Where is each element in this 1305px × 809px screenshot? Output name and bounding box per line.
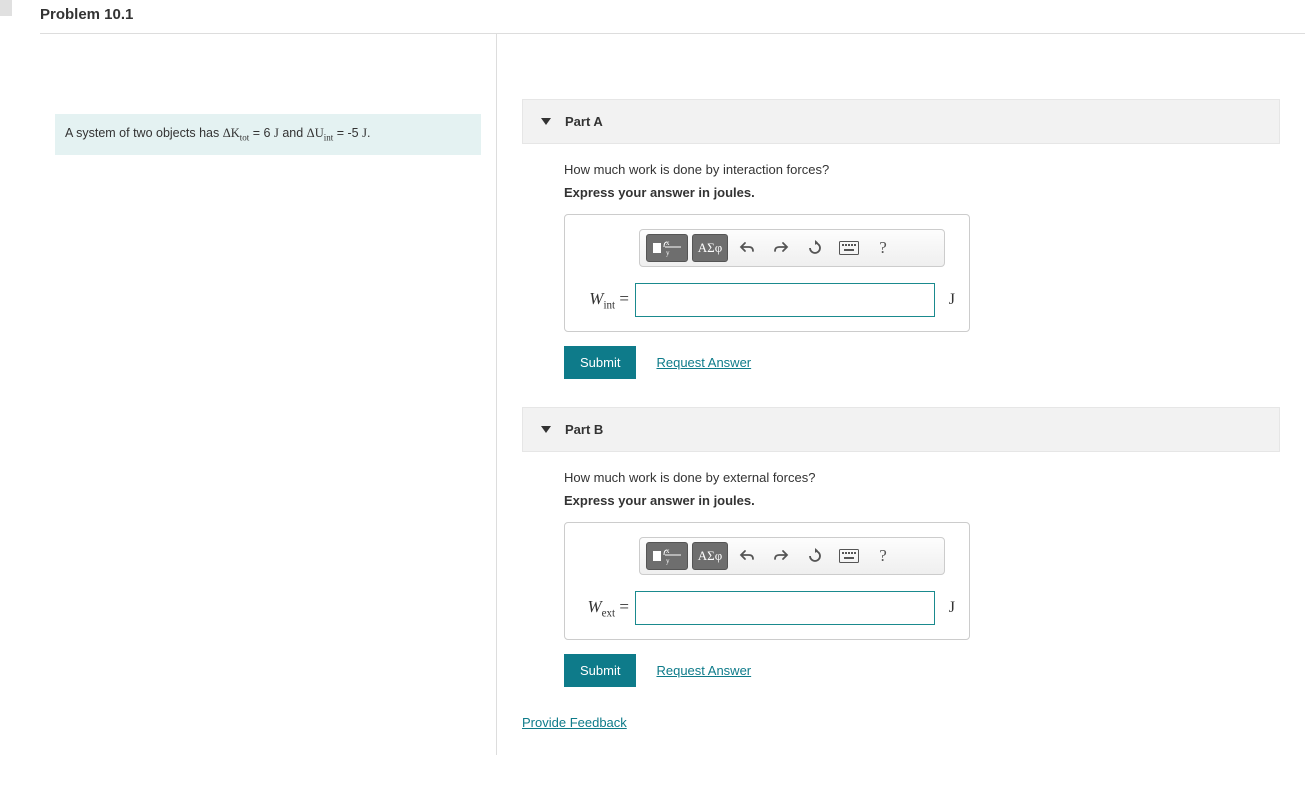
problem-title: Problem 10.1 [40,0,1305,33]
help-button[interactable]: ? [868,234,898,262]
part-a-body: How much work is done by interaction for… [522,162,1280,379]
part-b-variable: Wext = [579,597,629,619]
equation-toolbar: xy ΑΣφ [639,229,945,267]
help-button[interactable]: ? [868,542,898,570]
part-a-input[interactable] [635,283,935,317]
greek-button[interactable]: ΑΣφ [692,234,728,262]
chevron-down-icon [541,118,551,125]
prompt-suffix: . [367,126,370,140]
part-a-variable: Wint = [579,289,629,311]
edge-stripe [0,0,12,16]
redo-button[interactable] [766,542,796,570]
part-a-instruction: Express your answer in joules. [564,185,1280,200]
part-b-body: How much work is done by external forces… [522,470,1280,687]
part-b-unit: J [949,599,955,617]
part-b-answer-box: xy ΑΣφ [564,522,970,640]
part-b-submit-button[interactable]: Submit [564,654,636,687]
keyboard-button[interactable] [834,234,864,262]
templates-button[interactable]: xy [646,234,688,262]
part-a-request-answer-link[interactable]: Request Answer [656,355,751,370]
svg-text:y: y [666,557,670,565]
svg-text:x: x [666,239,670,247]
greek-button[interactable]: ΑΣφ [692,542,728,570]
part-b-request-answer-link[interactable]: Request Answer [656,663,751,678]
undo-button[interactable] [732,542,762,570]
part-a-unit: J [949,291,955,309]
part-a-answer-box: xy ΑΣφ [564,214,970,332]
templates-button[interactable]: xy [646,542,688,570]
part-b-header[interactable]: Part B [522,407,1280,452]
prompt-mid: and [279,126,307,140]
svg-text:y: y [666,249,670,257]
prompt-prefix: A system of two objects has [65,126,223,140]
delta-u-symbol: ΔUint [307,126,334,140]
part-a-submit-button[interactable]: Submit [564,346,636,379]
dk-eq: = 6 [249,126,274,140]
part-b-input[interactable] [635,591,935,625]
delta-k-symbol: ΔKtot [223,126,250,140]
part-a-header[interactable]: Part A [522,99,1280,144]
part-a-question: How much work is done by interaction for… [564,162,1280,177]
reset-button[interactable] [800,234,830,262]
problem-statement: A system of two objects has ΔKtot = 6 J … [55,114,481,155]
svg-text:x: x [666,547,670,555]
chevron-down-icon [541,426,551,433]
part-a-label: Part A [565,114,603,129]
equation-toolbar: xy ΑΣφ [639,537,945,575]
part-b-question: How much work is done by external forces… [564,470,1280,485]
redo-button[interactable] [766,234,796,262]
problem-statement-column: A system of two objects has ΔKtot = 6 J … [40,34,497,755]
du-eq: = -5 [333,126,362,140]
answer-column: Part A How much work is done by interact… [497,34,1305,755]
part-b-label: Part B [565,422,603,437]
provide-feedback-link[interactable]: Provide Feedback [522,715,627,730]
undo-button[interactable] [732,234,762,262]
reset-button[interactable] [800,542,830,570]
keyboard-button[interactable] [834,542,864,570]
part-b-instruction: Express your answer in joules. [564,493,1280,508]
